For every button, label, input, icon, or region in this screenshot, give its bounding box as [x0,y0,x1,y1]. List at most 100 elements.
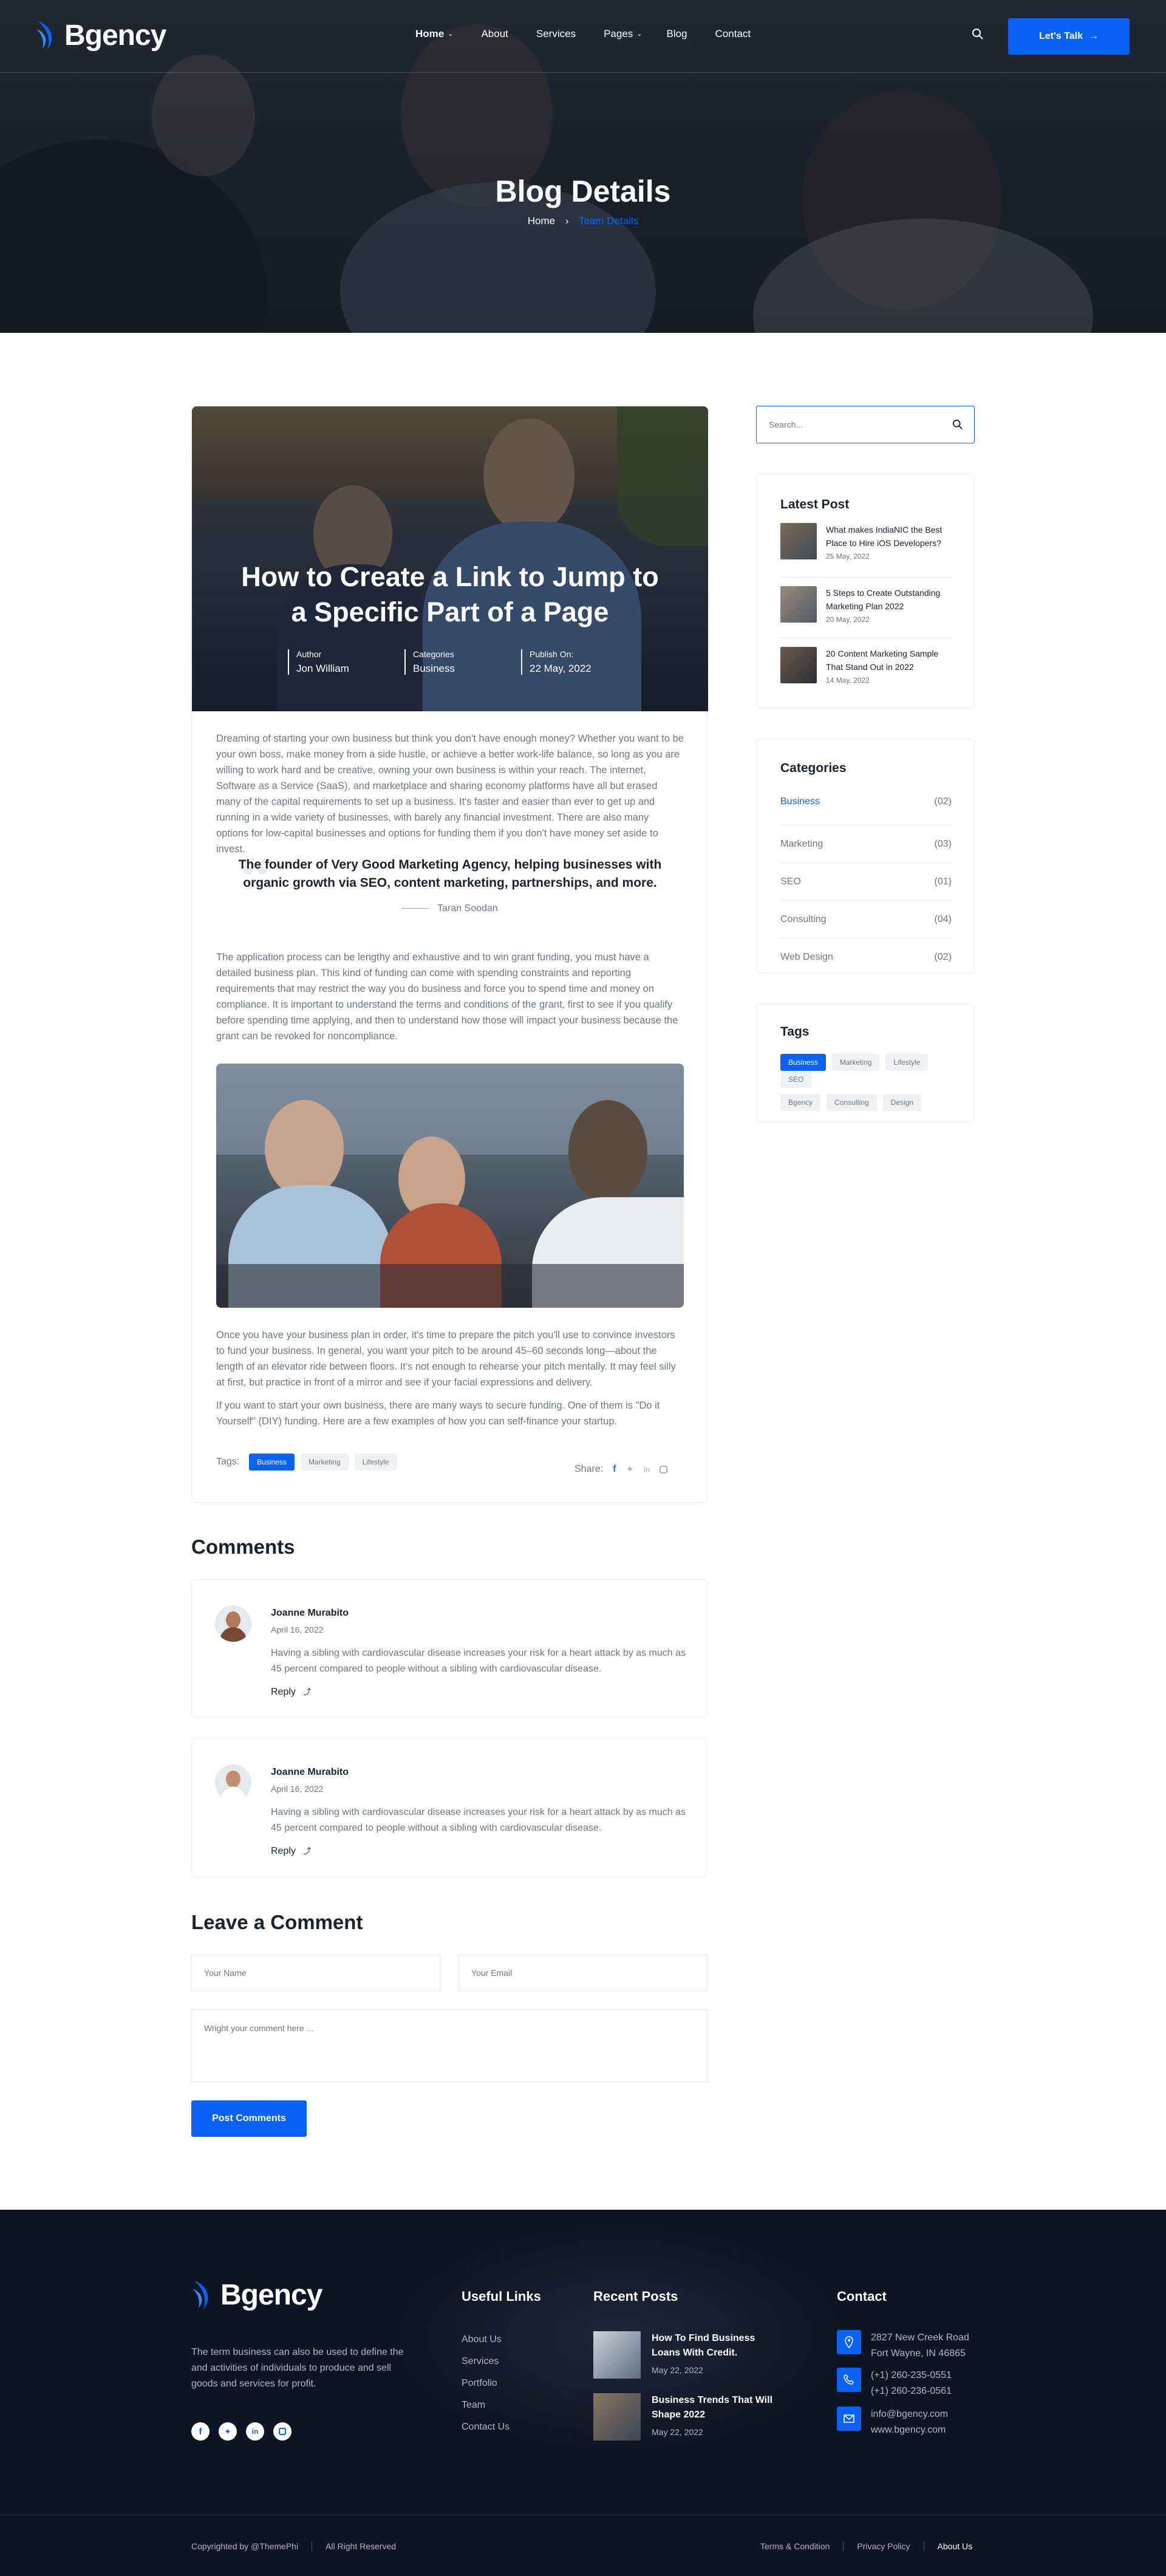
nav-contact[interactable]: Contact [715,28,751,40]
comment-textarea[interactable]: Wright your comment here ... [191,2009,707,2082]
latest-post-list: What makes IndiaNIC the Best Place to Hi… [780,523,952,693]
comment-text-line-2: 45 percent compared to people without a … [271,1823,602,1833]
tag-business[interactable]: Business [249,1454,295,1471]
privacy-link[interactable]: Privacy Policy [857,2541,910,2551]
form-title: Leave a Comment [191,1911,363,1933]
nav-home[interactable]: Home [415,28,444,40]
list-item[interactable]: 5 Steps to Create Outstanding Marketing … [780,578,952,638]
quote-author: Taran Soodan [228,903,672,914]
email-field[interactable]: Your Email [459,1955,707,1991]
article-paragraph-1: Dreaming of starting your own business b… [216,733,684,855]
post-title-line-2: Marketing Plan 2022 [826,601,904,611]
tag-lifestyle[interactable]: Lifestyle [354,1454,397,1471]
facebook-icon[interactable]: f [191,2422,210,2441]
latest-post-title: Latest Post [780,497,850,511]
envelope-icon [837,2407,861,2431]
reply-button[interactable]: Reply ⤴ [271,1686,311,1698]
category-item-seo[interactable]: SEO (01) [780,863,952,901]
category-count: (02) [934,952,952,962]
nav-pages[interactable]: Pages [604,28,633,40]
category-item-web-design[interactable]: Web Design (02) [780,938,952,976]
search-icon[interactable] [952,419,963,433]
chevron-right-icon: › [565,215,569,227]
category-item-consulting[interactable]: Consulting (04) [780,901,952,938]
footer-link-portfolio[interactable]: Portfolio [462,2373,510,2394]
comment-text-line-1: Having a sibling with cardiovascular dis… [271,1807,686,1817]
categories-title: Categories [780,761,847,775]
post-date: May 22, 2022 [652,2427,703,2437]
instagram-icon[interactable] [273,2422,292,2441]
avatar [215,1765,251,1801]
copyright-text: Copyrighted by @ThemePhi [191,2541,299,2551]
logo[interactable]: Bgency [35,18,166,52]
post-comments-button[interactable]: Post Comments [191,2100,307,2137]
nav-about[interactable]: About [481,28,508,40]
address-line-2: Fort Wayne, IN 46865 [871,2348,966,2359]
tags-widget: Tags Business Marketing Lifestyle SEO Bgenc… [756,1003,975,1122]
meta-category-value[interactable]: Business [413,663,496,675]
category-count: (03) [934,839,952,849]
search-input[interactable]: Search... [756,406,975,443]
comment-card: Joanne Murabito April 16, 2022 Having a … [191,1579,707,1718]
footer-link-services[interactable]: Services [462,2351,510,2373]
email-link[interactable]: info@bgency.com [871,2407,948,2422]
latest-post-widget: Latest Post What makes IndiaNIC the Best… [756,474,975,708]
list-item[interactable]: What makes IndiaNIC the Best Place to Hi… [780,523,952,578]
footer-recent-post[interactable]: How To Find Business Loans With Credit. … [593,2331,755,2379]
category-item-business[interactable]: Business (02) [780,788,952,825]
tag-marketing[interactable]: Marketing [831,1054,880,1071]
nav-blog[interactable]: Blog [667,28,687,40]
tag-bgency[interactable]: Bgency [780,1094,821,1111]
about-link[interactable]: About Us [938,2541,973,2551]
footer-link-team[interactable]: Team [462,2394,510,2416]
website-link[interactable]: www.bgency.com [871,2422,948,2438]
footer-link-about[interactable]: About Us [462,2329,510,2351]
phone-1[interactable]: (+1) 260-235-0551 [871,2368,952,2383]
logo-mark-icon [191,2278,214,2312]
tag-design[interactable]: Design [882,1094,922,1111]
tag-seo[interactable]: SEO [780,1071,812,1088]
footer-link-contact[interactable]: Contact Us [462,2416,510,2438]
lets-talk-button[interactable]: Let's Talk → [1008,18,1130,55]
category-count: (04) [934,914,952,924]
tag-consulting[interactable]: Consulting [827,1094,877,1111]
category-name: Consulting [780,914,827,924]
reply-button[interactable]: Reply ⤴ [271,1845,311,1857]
breadcrumb-home[interactable]: Home [528,215,555,227]
meta-author-value[interactable]: Jon William [296,663,379,675]
terms-link[interactable]: Terms & Condition [760,2541,830,2551]
recent-posts-title: Recent Posts [593,2289,678,2304]
footer-recent-post[interactable]: Business Trends That Will Shape 2022 May… [593,2393,772,2441]
footer-logo[interactable]: Bgency [191,2278,322,2312]
twitter-icon[interactable]: ✦ [219,2422,237,2441]
breadcrumb: Home › Team Details [0,215,1166,227]
contact-title: Contact [837,2289,887,2304]
nav-services[interactable]: Services [536,28,576,40]
tag-marketing[interactable]: Marketing [300,1454,349,1471]
tag-business[interactable]: Business [780,1054,826,1071]
address-line-1: 2827 New Creek Road [871,2332,969,2343]
search-icon[interactable] [972,28,984,43]
category-item-marketing[interactable]: Marketing (03) [780,825,952,863]
linkedin-icon[interactable]: in [246,2422,264,2441]
twitter-icon[interactable]: ✦ [626,1463,633,1475]
article-inline-image [216,1064,684,1308]
article-paragraph-2: The application process can be lengthy a… [216,952,678,1042]
list-item[interactable]: 20 Content Marketing Sample That Stand O… [780,638,952,693]
meta-category-label: Categories [413,649,454,659]
avatar [215,1605,251,1642]
article-title-line-1: How to Create a Link to Jump to [241,561,659,592]
phone-2[interactable]: (+1) 260-236-0561 [871,2383,952,2399]
linkedin-icon[interactable]: in [644,1465,650,1474]
lets-talk-label: Let's Talk [1039,31,1083,41]
categories-widget: Categories Business (02) Marketing (03) SE… [756,739,975,973]
instagram-icon[interactable] [660,1465,667,1474]
name-field[interactable]: Your Name [191,1955,440,1991]
post-title-line-1: Business Trends That Will [652,2395,773,2405]
category-name: Marketing [780,839,823,849]
facebook-icon[interactable]: f [613,1464,616,1475]
category-count: (02) [934,796,952,807]
tag-lifestyle[interactable]: Lifestyle [885,1054,929,1071]
footer-about-line-2: and activities of individuals to produce… [191,2363,392,2373]
post-date: 25 May, 2022 [826,552,870,561]
